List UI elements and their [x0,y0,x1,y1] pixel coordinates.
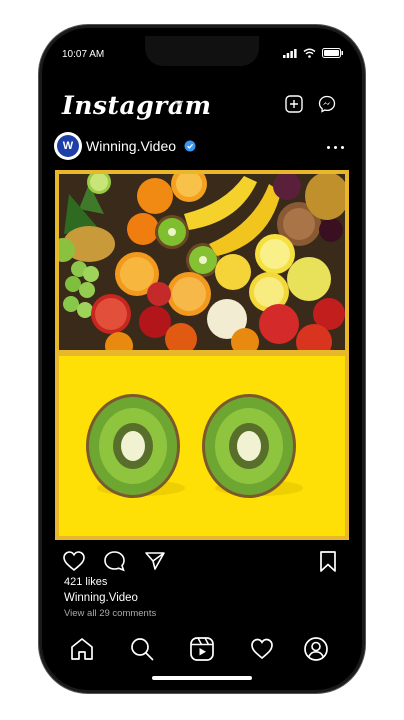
new-post-icon[interactable] [285,95,303,113]
app-header: Instagram [42,86,362,126]
phone-frame: 10:07 AM Instagram W Winning.Video 421 l… [42,28,362,690]
notch [145,36,259,66]
avatar-logo: W [57,135,79,157]
messenger-icon[interactable] [318,95,336,113]
bottom-nav [42,632,362,672]
fruit-photo [59,174,345,350]
kiwi-photo [59,356,345,536]
heart-icon[interactable] [62,550,86,572]
post-header: W Winning.Video [42,130,362,166]
home-indicator[interactable] [152,676,252,680]
instagram-logo[interactable]: Instagram [62,91,212,120]
avatar[interactable]: W [54,132,82,160]
status-time: 10:07 AM [62,49,105,60]
kiwi-right [202,394,296,498]
kiwi-left [86,394,180,498]
caption-username[interactable]: Winning.Video [64,592,138,604]
home-icon[interactable] [69,636,95,662]
status-icons [283,48,344,58]
bookmark-icon[interactable] [319,550,337,573]
verified-badge-icon [184,140,196,152]
battery-icon [322,48,343,58]
reels-icon[interactable] [189,636,215,662]
wifi-icon [303,48,316,58]
comment-icon[interactable] [103,550,126,572]
profile-icon[interactable] [303,636,329,662]
post-media[interactable] [55,170,349,540]
post-username[interactable]: Winning.Video [86,138,176,154]
chevron-down-icon[interactable] [174,100,184,107]
view-comments-link[interactable]: View all 29 comments [64,608,156,619]
post-actions [42,548,362,578]
likes-count[interactable]: 421 likes [64,576,107,588]
share-icon[interactable] [144,550,166,572]
search-icon[interactable] [129,636,155,662]
activity-heart-icon[interactable] [249,636,275,662]
signal-icon [283,48,297,58]
more-options-icon[interactable] [327,146,344,149]
